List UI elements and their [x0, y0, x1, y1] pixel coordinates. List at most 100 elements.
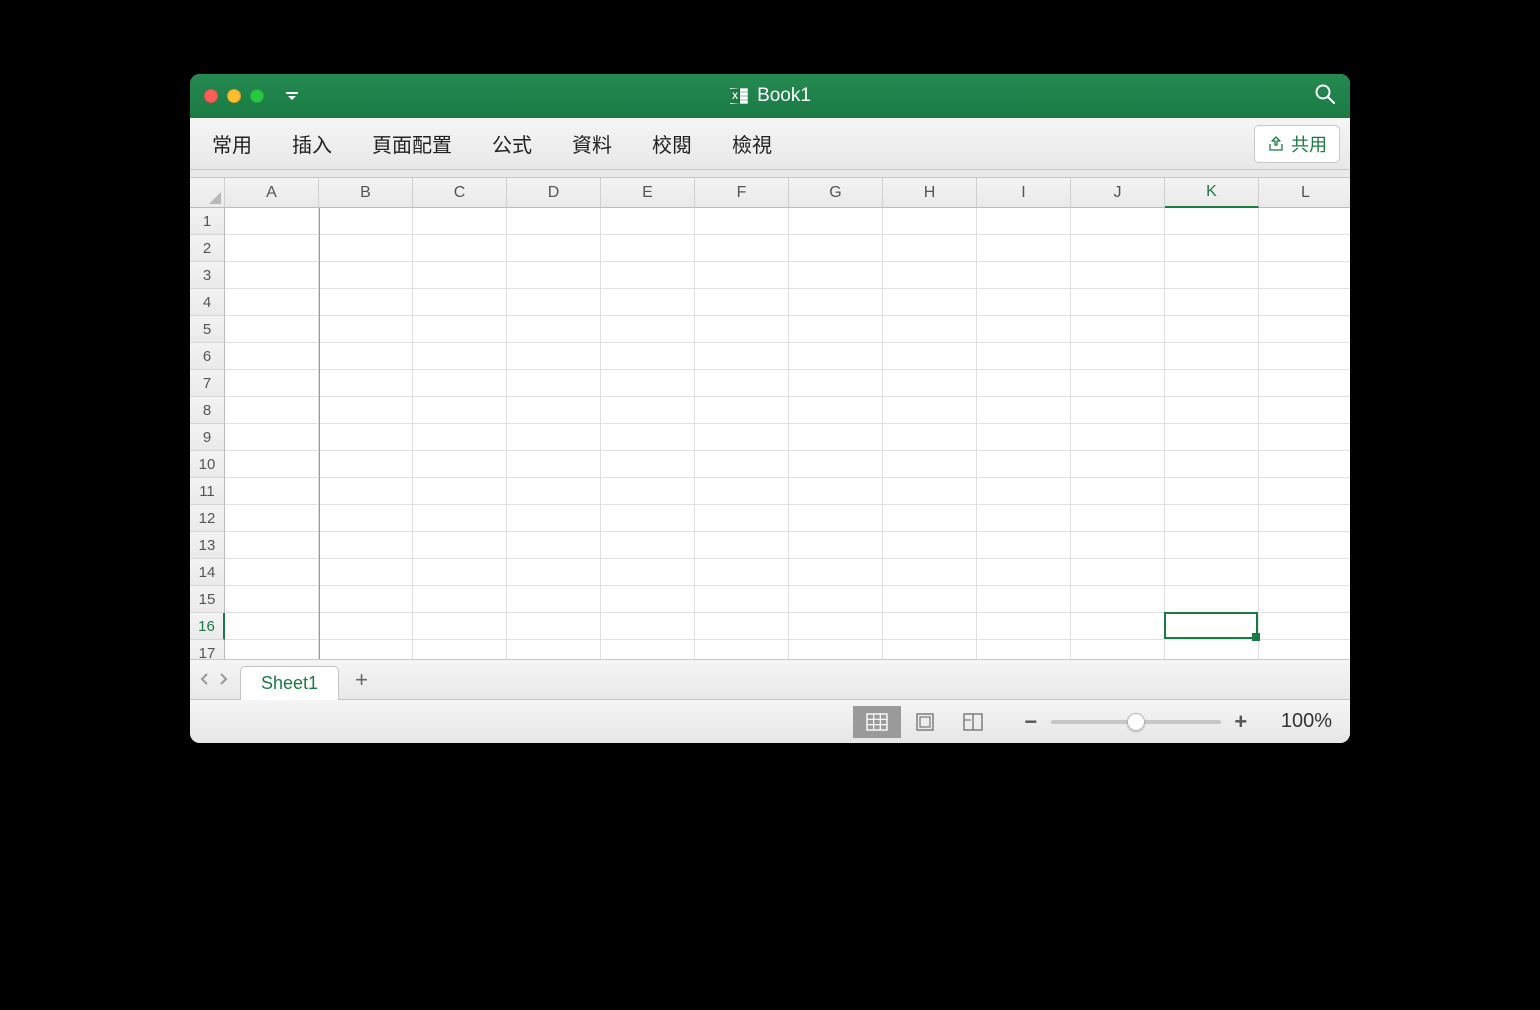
- cell-F2[interactable]: [695, 235, 789, 262]
- cell-I3[interactable]: [977, 262, 1071, 289]
- cell-A14[interactable]: [225, 559, 319, 586]
- sheet-nav-prev[interactable]: [198, 672, 212, 691]
- cell-A17[interactable]: [225, 640, 319, 659]
- cell-A11[interactable]: [225, 478, 319, 505]
- cell-A7[interactable]: [225, 370, 319, 397]
- cell-G15[interactable]: [789, 586, 883, 613]
- cell-D3[interactable]: [507, 262, 601, 289]
- cell-F10[interactable]: [695, 451, 789, 478]
- row-header-14[interactable]: 14: [190, 559, 225, 586]
- cell-H11[interactable]: [883, 478, 977, 505]
- cell-I12[interactable]: [977, 505, 1071, 532]
- cell-K13[interactable]: [1165, 532, 1259, 559]
- cell-E2[interactable]: [601, 235, 695, 262]
- cell-K7[interactable]: [1165, 370, 1259, 397]
- cell-E14[interactable]: [601, 559, 695, 586]
- cell-C10[interactable]: [413, 451, 507, 478]
- cells-area[interactable]: [225, 208, 1350, 659]
- tab-formulas[interactable]: 公式: [486, 123, 538, 164]
- row-header-15[interactable]: 15: [190, 586, 225, 613]
- column-header-C[interactable]: C: [413, 178, 507, 208]
- cell-A5[interactable]: [225, 316, 319, 343]
- cell-K15[interactable]: [1165, 586, 1259, 613]
- cell-B4[interactable]: [319, 289, 413, 316]
- row-header-3[interactable]: 3: [190, 262, 225, 289]
- cell-J7[interactable]: [1071, 370, 1165, 397]
- select-all-corner[interactable]: [190, 178, 225, 208]
- cell-D10[interactable]: [507, 451, 601, 478]
- cell-I16[interactable]: [977, 613, 1071, 640]
- cell-G1[interactable]: [789, 208, 883, 235]
- cell-E10[interactable]: [601, 451, 695, 478]
- cell-E11[interactable]: [601, 478, 695, 505]
- cell-F1[interactable]: [695, 208, 789, 235]
- column-header-E[interactable]: E: [601, 178, 695, 208]
- cell-L2[interactable]: [1259, 235, 1350, 262]
- add-sheet-button[interactable]: +: [355, 667, 368, 693]
- cell-G14[interactable]: [789, 559, 883, 586]
- sheet-tab-active[interactable]: Sheet1: [240, 666, 339, 700]
- cell-G6[interactable]: [789, 343, 883, 370]
- row-header-12[interactable]: 12: [190, 505, 225, 532]
- cell-J5[interactable]: [1071, 316, 1165, 343]
- column-header-B[interactable]: B: [319, 178, 413, 208]
- cell-J3[interactable]: [1071, 262, 1165, 289]
- cell-C4[interactable]: [413, 289, 507, 316]
- cell-G12[interactable]: [789, 505, 883, 532]
- cell-H5[interactable]: [883, 316, 977, 343]
- cell-G17[interactable]: [789, 640, 883, 659]
- zoom-in-button[interactable]: +: [1231, 709, 1251, 735]
- cell-G4[interactable]: [789, 289, 883, 316]
- cell-J12[interactable]: [1071, 505, 1165, 532]
- cell-D8[interactable]: [507, 397, 601, 424]
- column-header-F[interactable]: F: [695, 178, 789, 208]
- cell-I13[interactable]: [977, 532, 1071, 559]
- cell-G2[interactable]: [789, 235, 883, 262]
- cell-H7[interactable]: [883, 370, 977, 397]
- cell-H2[interactable]: [883, 235, 977, 262]
- cell-I8[interactable]: [977, 397, 1071, 424]
- cell-J4[interactable]: [1071, 289, 1165, 316]
- cell-K5[interactable]: [1165, 316, 1259, 343]
- minimize-window-button[interactable]: [227, 89, 241, 103]
- cell-B8[interactable]: [319, 397, 413, 424]
- cell-C6[interactable]: [413, 343, 507, 370]
- view-normal-button[interactable]: [853, 706, 901, 738]
- cell-B11[interactable]: [319, 478, 413, 505]
- column-header-G[interactable]: G: [789, 178, 883, 208]
- row-header-13[interactable]: 13: [190, 532, 225, 559]
- tab-insert[interactable]: 插入: [286, 123, 338, 164]
- cell-G13[interactable]: [789, 532, 883, 559]
- cell-C13[interactable]: [413, 532, 507, 559]
- cell-C15[interactable]: [413, 586, 507, 613]
- cell-F6[interactable]: [695, 343, 789, 370]
- cell-H9[interactable]: [883, 424, 977, 451]
- cell-I11[interactable]: [977, 478, 1071, 505]
- cell-D14[interactable]: [507, 559, 601, 586]
- cell-K8[interactable]: [1165, 397, 1259, 424]
- cell-B10[interactable]: [319, 451, 413, 478]
- share-button[interactable]: 共用: [1254, 125, 1340, 163]
- cell-F17[interactable]: [695, 640, 789, 659]
- cell-H6[interactable]: [883, 343, 977, 370]
- cell-J2[interactable]: [1071, 235, 1165, 262]
- cell-H14[interactable]: [883, 559, 977, 586]
- cell-J17[interactable]: [1071, 640, 1165, 659]
- cell-A8[interactable]: [225, 397, 319, 424]
- cell-A3[interactable]: [225, 262, 319, 289]
- cell-C2[interactable]: [413, 235, 507, 262]
- column-header-D[interactable]: D: [507, 178, 601, 208]
- cell-L7[interactable]: [1259, 370, 1350, 397]
- cell-F7[interactable]: [695, 370, 789, 397]
- cell-I15[interactable]: [977, 586, 1071, 613]
- cell-J10[interactable]: [1071, 451, 1165, 478]
- cell-L1[interactable]: [1259, 208, 1350, 235]
- cell-E3[interactable]: [601, 262, 695, 289]
- cell-A15[interactable]: [225, 586, 319, 613]
- cell-L17[interactable]: [1259, 640, 1350, 659]
- cell-D5[interactable]: [507, 316, 601, 343]
- cell-F9[interactable]: [695, 424, 789, 451]
- cell-B5[interactable]: [319, 316, 413, 343]
- cell-D6[interactable]: [507, 343, 601, 370]
- cell-K10[interactable]: [1165, 451, 1259, 478]
